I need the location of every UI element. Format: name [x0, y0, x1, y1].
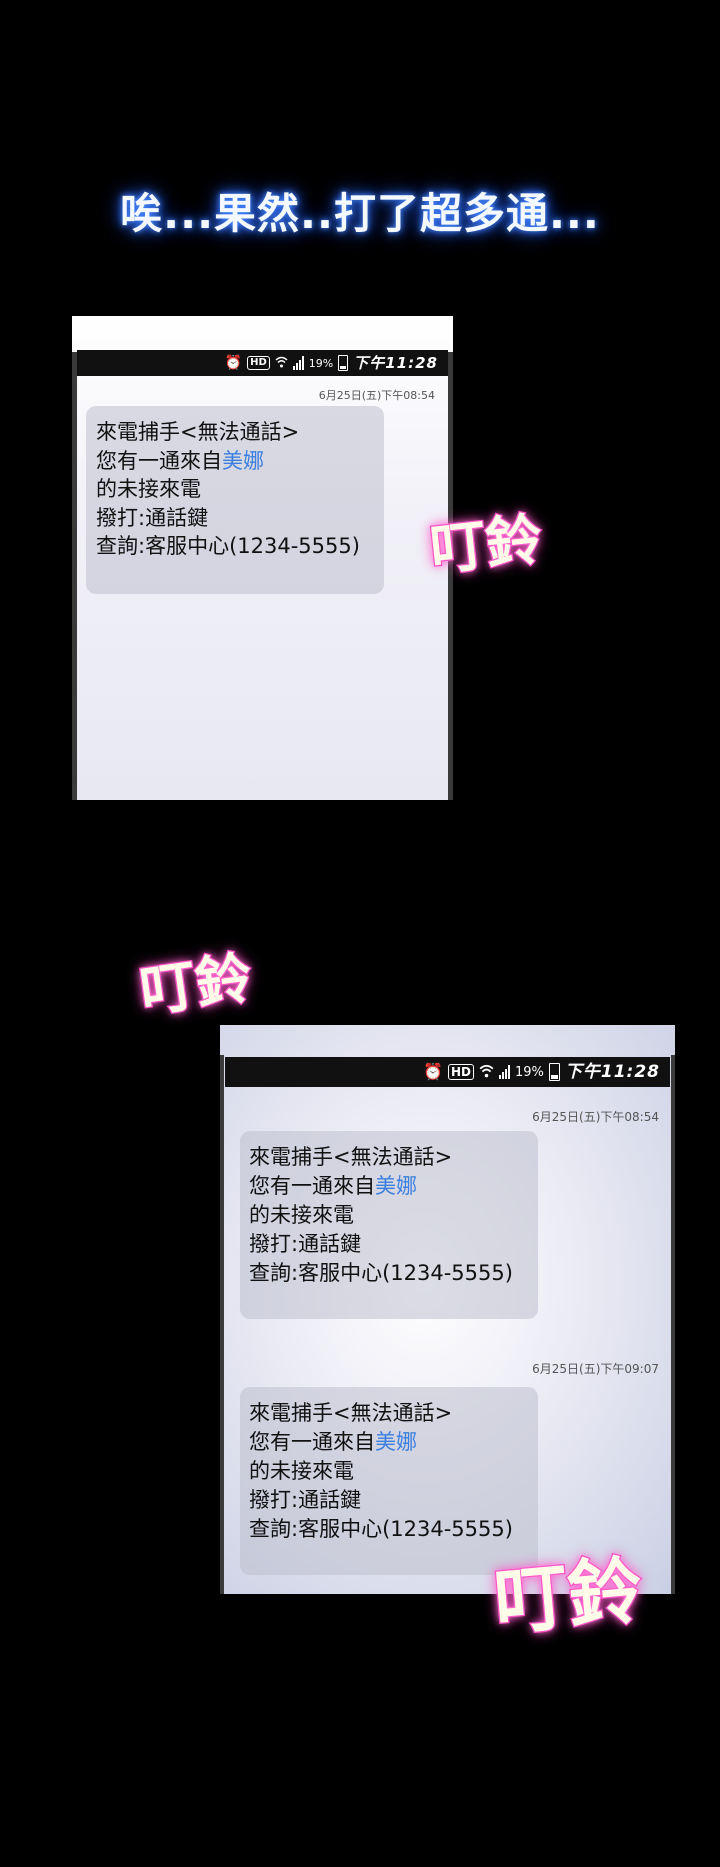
sound-effect-text: 叮鈴 [489, 1546, 646, 1647]
phone-screen-2: ⏰ HD 19% 下午11:28 6月25日(五)下午08:54 來電捕手<無法… [220, 1025, 675, 1594]
status-clock: 下午11:28 [353, 353, 438, 372]
message-bubble[interactable]: 來電捕手<無法通話> 您有一通來自美娜 的未接來電 撥打:通話鍵 查詢:客服中心… [240, 1131, 538, 1319]
message-line-2-text: 您有一通來自 [96, 448, 222, 473]
battery-percent: 19% [514, 1064, 544, 1080]
contact-name: 美娜 [222, 448, 264, 473]
message-line-2-text: 您有一通來自 [249, 1430, 375, 1454]
contact-name: 美娜 [375, 1430, 417, 1454]
phone-bezel-left [220, 1055, 224, 1594]
message-line-4: 撥打:通話鍵 [96, 505, 209, 530]
message-bubble[interactable]: 來電捕手<無法通話> 您有一通來自美娜 的未接來電 撥打:通話鍵 查詢:客服中心… [86, 406, 384, 594]
wifi-icon [275, 356, 288, 371]
message-line-5: 查詢:客服中心(1234-5555) [249, 1517, 513, 1541]
message-line-1: 來電捕手<無法通話> [249, 1401, 453, 1425]
message-line-3: 的未接來電 [96, 477, 201, 501]
message-line-5: 查詢:客服中心(1234-5555) [96, 534, 360, 558]
message-line-4: 撥打:通話鍵 [249, 1488, 362, 1512]
message-line-5: 查詢:客服中心(1234-5555) [249, 1261, 513, 1285]
battery-icon [548, 1063, 560, 1081]
hd-icon: HD [247, 356, 270, 370]
hd-icon: HD [447, 1064, 474, 1080]
status-clock: 下午11:28 [564, 1061, 660, 1082]
contact-name: 美娜 [375, 1174, 417, 1198]
wifi-icon [479, 1064, 494, 1081]
message-bubble[interactable]: 來電捕手<無法通話> 您有一通來自美娜 的未接來電 撥打:通話鍵 查詢:客服中心… [240, 1387, 538, 1575]
message-line-1: 來電捕手<無法通話> [249, 1145, 453, 1169]
signal-icon [498, 1065, 510, 1079]
battery-icon [338, 355, 349, 371]
phone-bezel-right [671, 1055, 675, 1594]
phone-bezel-left [72, 352, 77, 800]
status-bar: ⏰ HD 19% 下午11:28 [77, 350, 448, 376]
message-line-1: 來電捕手<無法通話> [96, 420, 300, 444]
message-line-2: 您有一通來自美娜 [249, 1172, 538, 1201]
message-line-2: 您有一通來自美娜 [96, 447, 384, 476]
message-line-2: 您有一通來自美娜 [249, 1428, 538, 1457]
message-line-2-text: 您有一通來自 [249, 1174, 375, 1198]
sound-effect-text: 叮鈴 [426, 506, 547, 585]
caption-text: 唉...果然..打了超多通... [120, 189, 600, 238]
message-line-3: 的未接來電 [249, 1203, 354, 1227]
status-bar: ⏰ HD 19% 下午11:28 [225, 1057, 670, 1087]
message-line-3: 的未接來電 [249, 1459, 354, 1483]
phone-screen-1: ⏰ HD 19% 下午11:28 6月25日(五)下午08:54 來電捕手<無法… [72, 316, 453, 800]
alarm-icon: ⏰ [224, 355, 243, 371]
alarm-icon: ⏰ [423, 1062, 443, 1081]
message-timestamp: 6月25日(五)下午09:07 [532, 1362, 659, 1376]
battery-percent: 19% [308, 356, 334, 370]
message-timestamp: 6月25日(五)下午08:54 [532, 1110, 659, 1124]
message-timestamp: 6月25日(五)下午08:54 [318, 389, 435, 402]
signal-icon [292, 356, 304, 370]
sound-effect-text: 叮鈴 [135, 944, 257, 1026]
message-line-4: 撥打:通話鍵 [249, 1232, 362, 1256]
